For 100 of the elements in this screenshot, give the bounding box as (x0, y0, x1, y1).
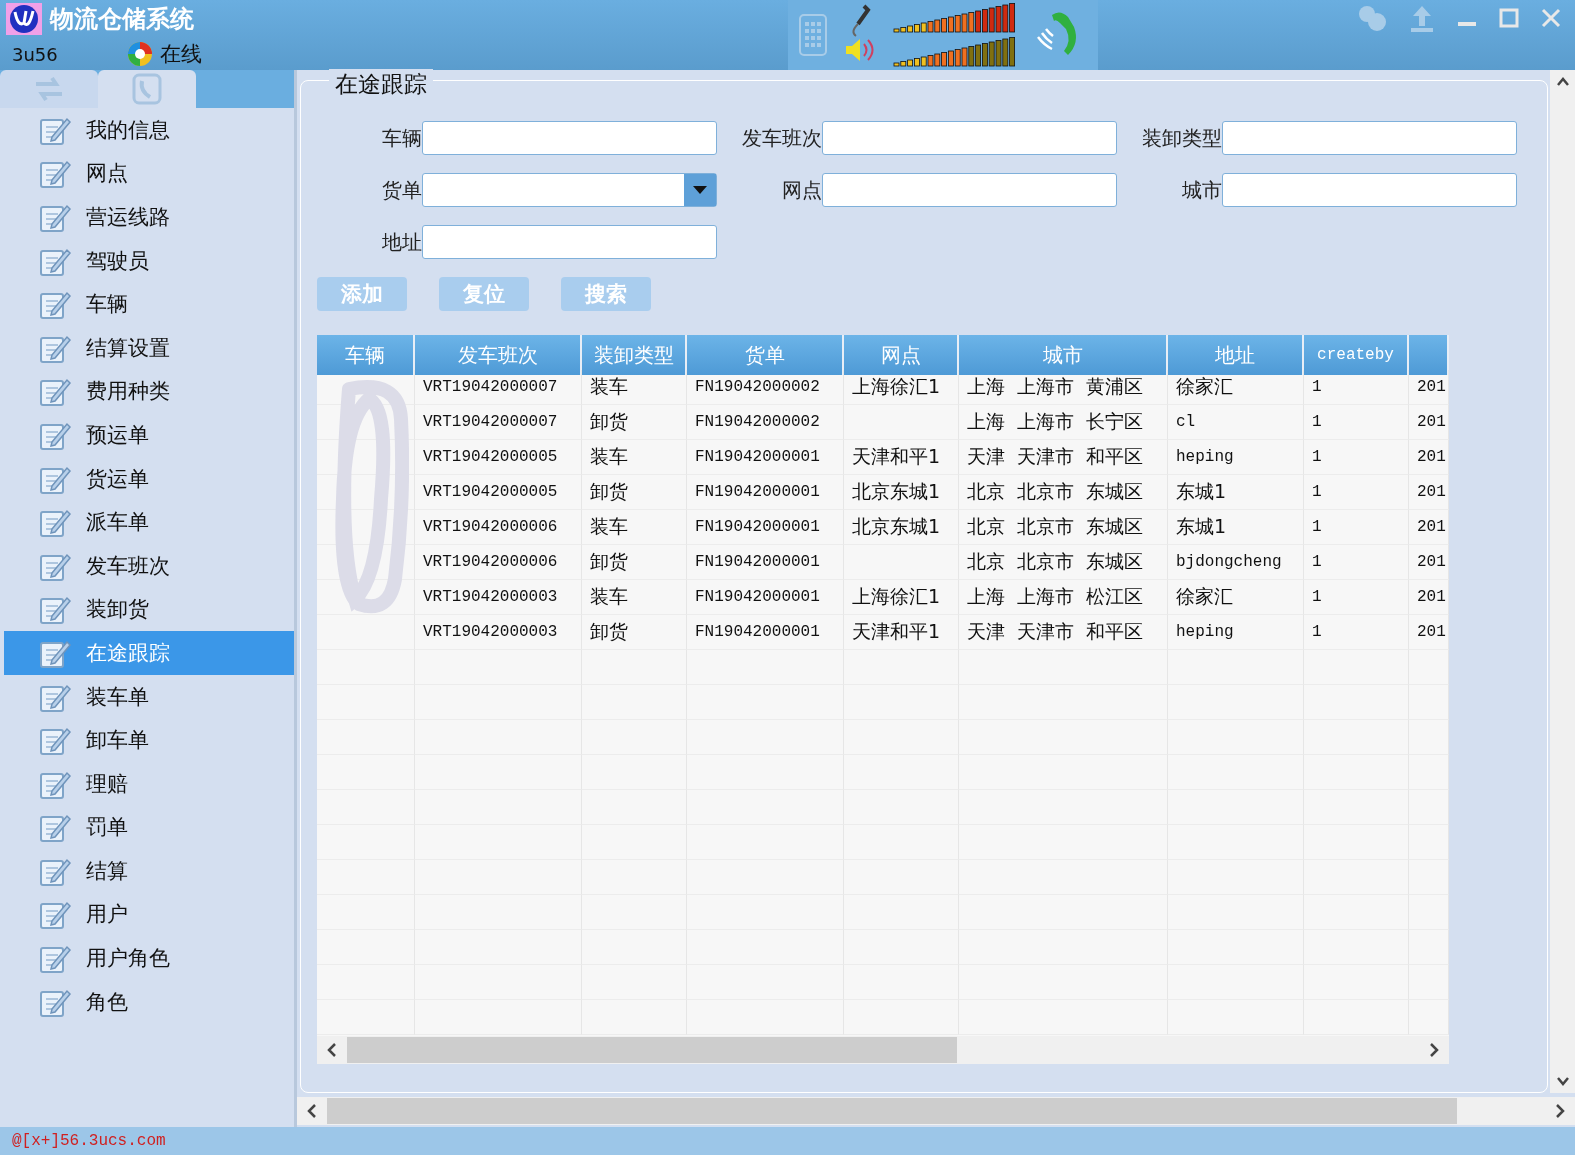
sidebar-item[interactable]: 车辆 (4, 282, 294, 326)
scrollbar-thumb[interactable] (327, 1098, 1457, 1124)
table-cell: 201 (1409, 510, 1449, 545)
input-field[interactable] (822, 173, 1117, 207)
sidebar-item[interactable]: 装卸货 (4, 587, 294, 632)
table-cell: 北京 北京市 东城区 (959, 510, 1168, 545)
scroll-left-icon[interactable] (306, 1103, 318, 1119)
table-cell: 201 (1409, 475, 1449, 510)
input-field[interactable] (422, 121, 717, 155)
column-header[interactable] (1409, 335, 1449, 375)
field-label: 装卸类型 (1142, 124, 1222, 152)
input-field[interactable] (1222, 121, 1517, 155)
table-cell: 1 (1304, 545, 1409, 580)
sidebar-item[interactable]: 理赔 (4, 761, 294, 806)
table-cell: 上海徐汇1 (844, 580, 959, 615)
scroll-right-icon[interactable] (1428, 1042, 1440, 1058)
sidebar-item[interactable]: 派车单 (4, 500, 294, 544)
sidebar-item[interactable]: 角色 (4, 979, 294, 1024)
phone-book-icon (130, 73, 164, 105)
scroll-down-icon[interactable] (1555, 1075, 1570, 1087)
input-field[interactable] (422, 225, 717, 259)
field-label: 地址 (382, 228, 422, 256)
input-field[interactable] (822, 121, 1117, 155)
table-cell: 1 (1304, 475, 1409, 510)
table-cell: 北京 北京市 东城区 (959, 545, 1168, 580)
table-cell: FN19042000001 (687, 580, 844, 615)
table-cell: cl (1168, 405, 1304, 440)
table-cell: FN19042000001 (687, 475, 844, 510)
table-cell: 东城1 (1168, 475, 1304, 510)
table-cell: 201 (1409, 545, 1449, 580)
scrollbar-thumb[interactable] (347, 1037, 957, 1063)
table-cell: 201 (1409, 615, 1449, 650)
table-cell: 1 (1304, 440, 1409, 475)
table-cell: FN19042000002 (687, 370, 844, 405)
sidebar-item[interactable]: 预运单 (4, 413, 294, 457)
sidebar-item[interactable]: 驾驶员 (4, 238, 294, 283)
table-cell: 上海 上海市 黄浦区 (959, 370, 1168, 405)
table-cell: 1 (1304, 370, 1409, 405)
empty-cell (1409, 825, 1449, 860)
sidebar-item[interactable]: 卸车单 (4, 718, 294, 762)
switch-tab[interactable] (0, 70, 98, 108)
table-cell: 徐家汇 (1168, 370, 1304, 405)
sidebar-item[interactable]: 我的信息 (4, 108, 294, 152)
close-icon[interactable] (1541, 8, 1561, 28)
table-cell: 天津和平1 (844, 440, 959, 475)
empty-cell (1409, 650, 1449, 685)
empty-cell (1409, 790, 1449, 825)
input-field[interactable] (1222, 173, 1517, 207)
table-cell: 装车 (582, 370, 687, 405)
status-text: @[x+]56.3ucs.com (12, 1132, 166, 1150)
sidebar-item[interactable]: 货运单 (4, 456, 294, 501)
table-cell: 上海徐汇1 (844, 370, 959, 405)
maximize-icon[interactable] (1499, 8, 1519, 28)
table-cell: 1 (1304, 615, 1409, 650)
sidebar-item[interactable]: 装车单 (4, 674, 294, 719)
phone-book-tab[interactable] (98, 70, 196, 108)
table-cell: VRT19042000003 (415, 580, 582, 615)
field-label: 车辆 (382, 124, 422, 152)
table-cell: heping (1168, 440, 1304, 475)
scroll-right-icon[interactable] (1554, 1103, 1566, 1119)
table-cell: FN19042000001 (687, 615, 844, 650)
table-cell: VRT19042000006 (415, 545, 582, 580)
table-cell: bjdongcheng (1168, 545, 1304, 580)
table-cell: VRT19042000007 (415, 405, 582, 440)
upload-icon[interactable] (1409, 4, 1435, 32)
table-cell: 201 (1409, 580, 1449, 615)
table-cell: 201 (1409, 405, 1449, 440)
sidebar-item[interactable]: 结算 (4, 849, 294, 893)
table-cell: 北京东城1 (844, 475, 959, 510)
scroll-left-icon[interactable] (326, 1042, 338, 1058)
table-cell: VRT19042000005 (415, 440, 582, 475)
table-cell: VRT19042000003 (415, 615, 582, 650)
online-status: 在线 (160, 41, 202, 68)
table-cell: 卸货 (582, 475, 687, 510)
table-cell: VRT19042000007 (415, 370, 582, 405)
table-cell: 卸货 (582, 615, 687, 650)
sidebar-item[interactable]: 发车班次 (4, 543, 294, 588)
keypad-icon[interactable] (798, 13, 828, 57)
table-cell: 上海 上海市 松江区 (959, 580, 1168, 615)
sidebar-item[interactable]: 用户角色 (4, 936, 294, 980)
sidebar-item[interactable]: 罚单 (4, 805, 294, 850)
sidebar-item[interactable]: 结算设置 (4, 325, 294, 370)
window-title: 物流仓储系统 (50, 4, 194, 35)
table-cell: 1 (1304, 510, 1409, 545)
sidebar-item[interactable]: 用户 (4, 892, 294, 937)
empty-cell (1409, 755, 1449, 790)
sidebar-item[interactable]: 费用种类 (4, 369, 294, 414)
table-cell: 卸货 (582, 545, 687, 580)
table-cell: 天津 天津市 和平区 (959, 440, 1168, 475)
dropdown-field[interactable] (422, 173, 717, 207)
status-swirl-icon (126, 40, 154, 68)
table-cell: 徐家汇 (1168, 580, 1304, 615)
table-cell: 天津和平1 (844, 615, 959, 650)
scroll-up-icon[interactable] (1555, 76, 1570, 88)
empty-cell (1409, 930, 1449, 965)
empty-cell (1409, 720, 1449, 755)
sidebar-item[interactable]: 网点 (4, 151, 294, 196)
table-cell: FN19042000001 (687, 545, 844, 580)
level-meter-icon (892, 3, 1016, 33)
sidebar-item[interactable]: 营运线路 (4, 195, 294, 239)
